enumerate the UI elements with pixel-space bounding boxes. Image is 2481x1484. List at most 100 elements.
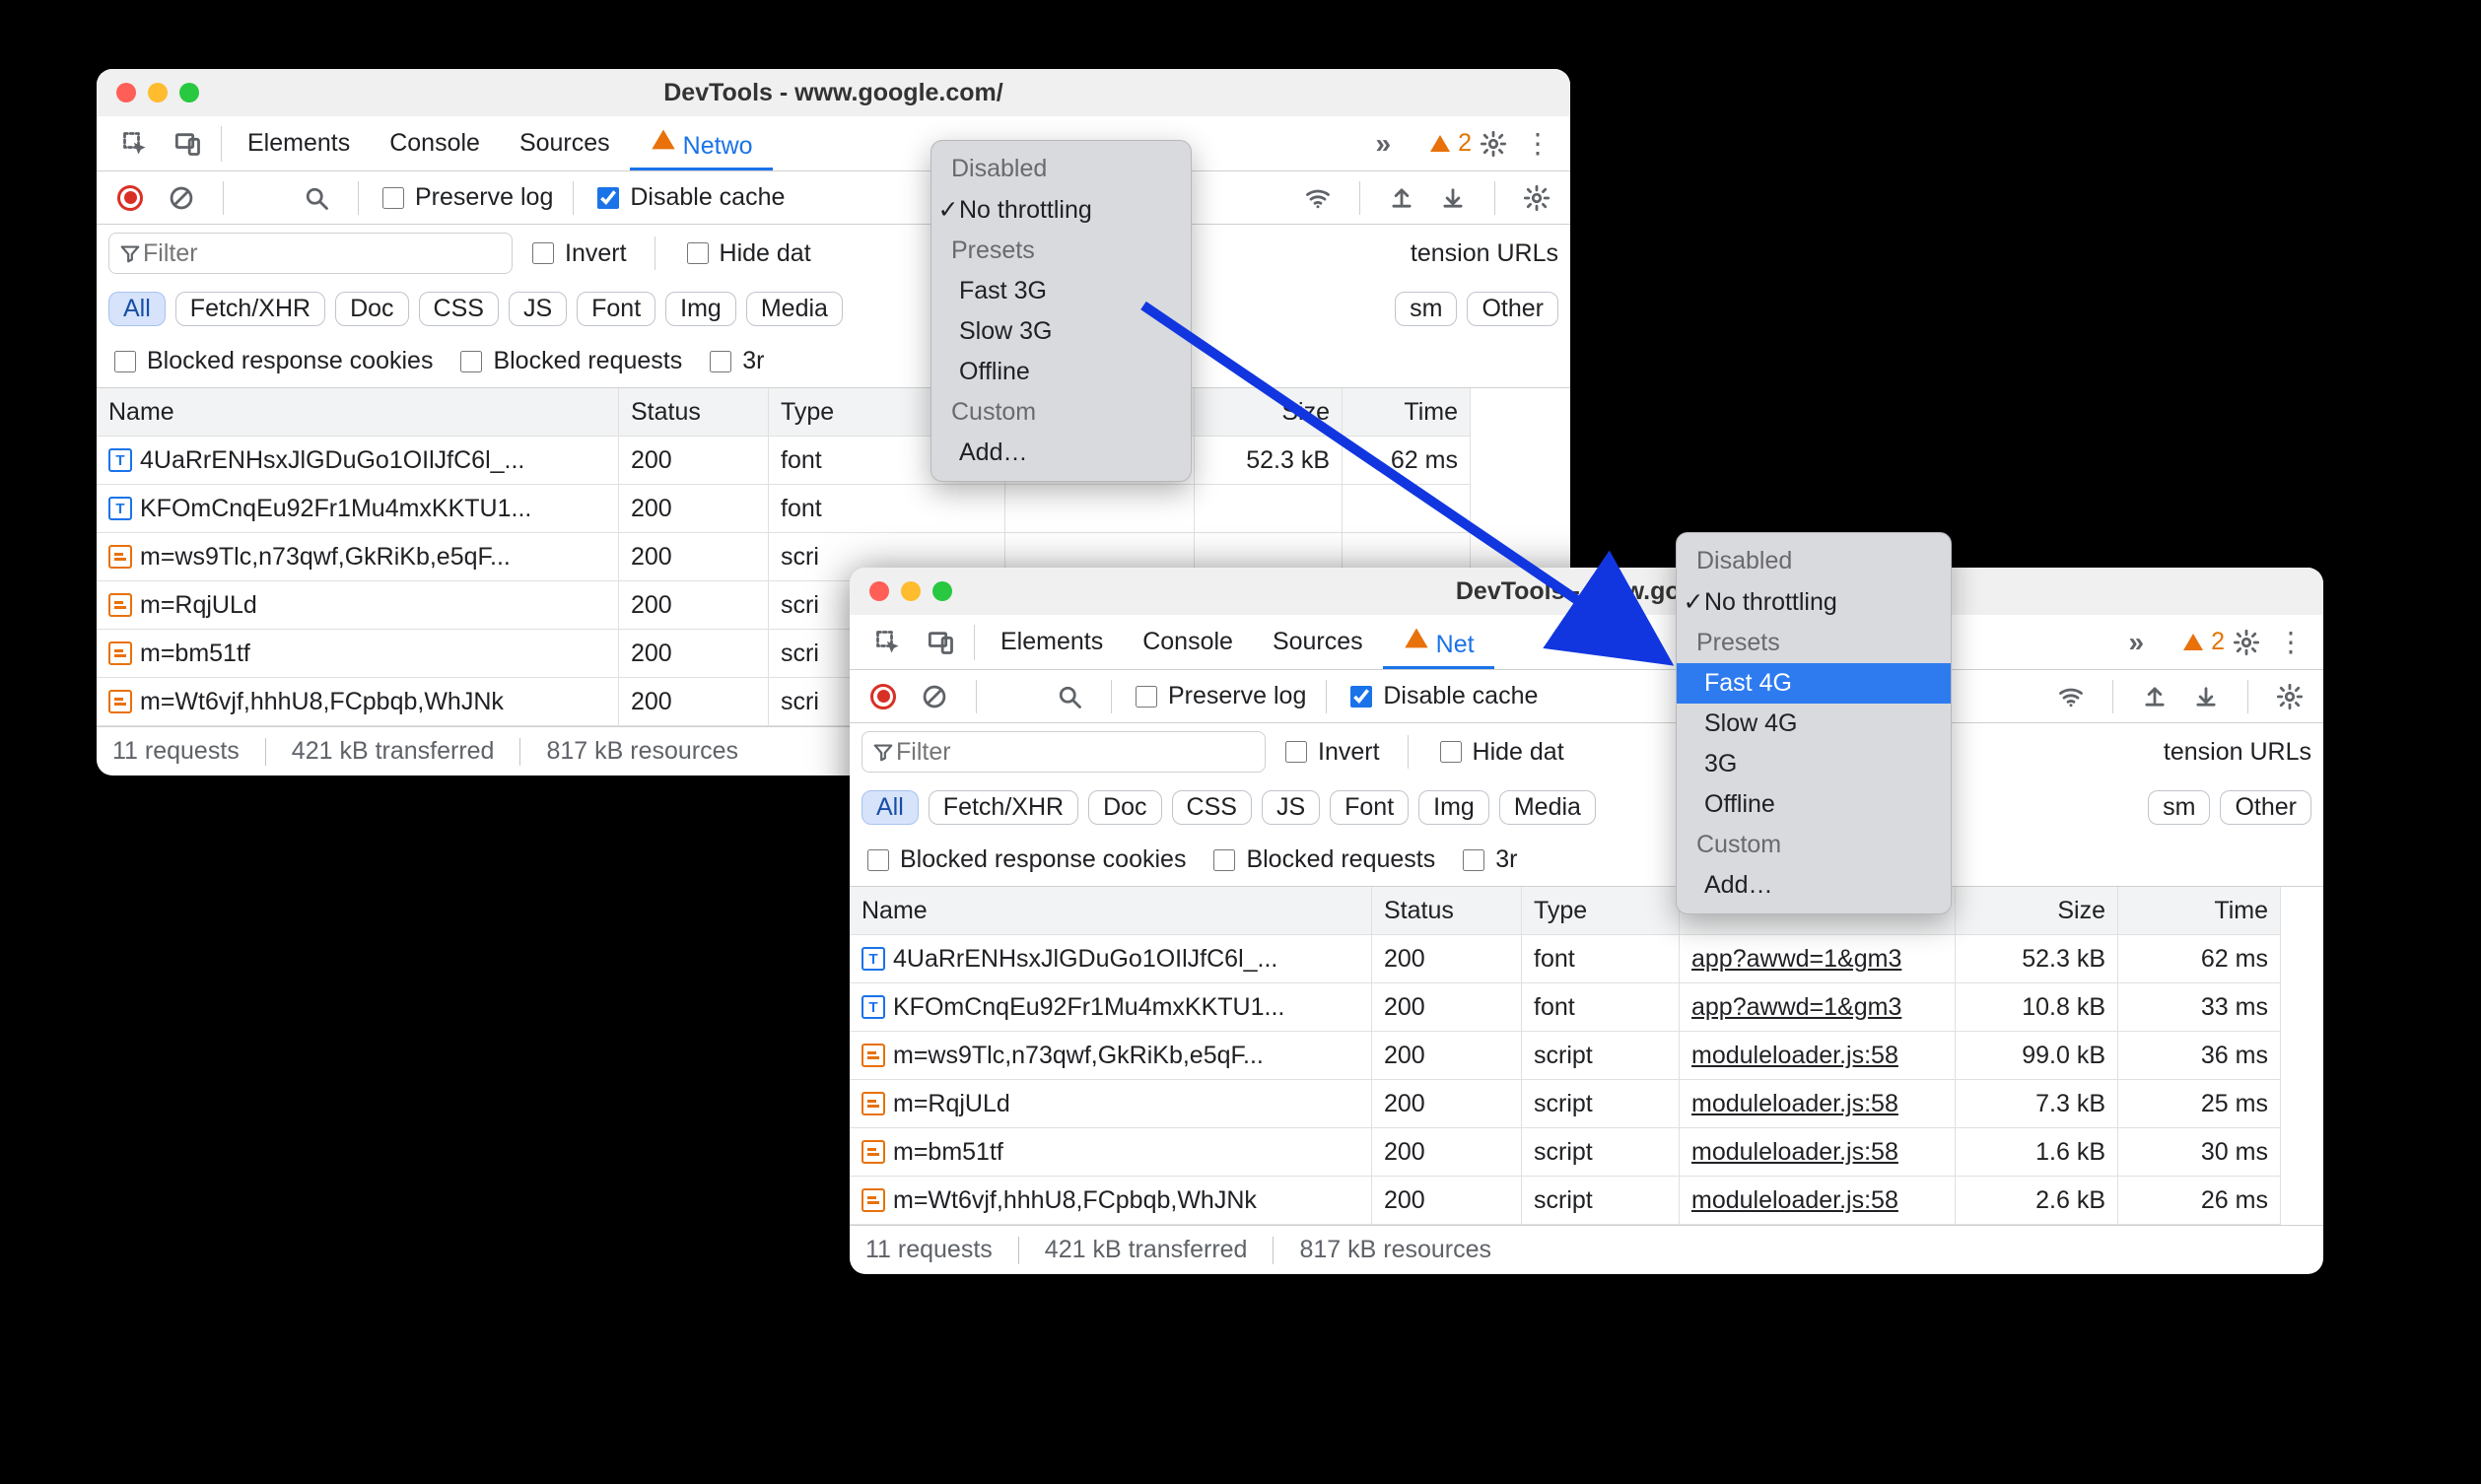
dropdown-add[interactable]: Add… bbox=[931, 433, 1191, 473]
tab-network[interactable]: Netwo bbox=[630, 116, 773, 170]
disable-cache-checkbox[interactable]: Disable cache bbox=[1346, 682, 1538, 710]
preserve-log-checkbox[interactable]: Preserve log bbox=[379, 183, 553, 212]
disable-cache-checkbox[interactable]: Disable cache bbox=[593, 183, 785, 212]
device-toggle-icon[interactable] bbox=[162, 130, 215, 158]
third-party-checkbox[interactable]: 3r bbox=[1459, 845, 1517, 874]
close-window-button[interactable] bbox=[116, 83, 136, 102]
cell-name[interactable]: m=RqjULd bbox=[97, 581, 619, 630]
issues-badge[interactable]: 2 bbox=[2181, 628, 2225, 656]
clear-button[interactable] bbox=[913, 675, 956, 718]
invert-checkbox[interactable]: Invert bbox=[528, 239, 627, 268]
network-settings-gear-icon[interactable] bbox=[2268, 675, 2311, 718]
download-icon[interactable] bbox=[2184, 675, 2228, 718]
dropdown-fast-3g[interactable]: Fast 3G bbox=[931, 271, 1191, 311]
settings-gear-icon[interactable] bbox=[1472, 122, 1515, 166]
dropdown-no-throttling[interactable]: ✓ No throttling bbox=[1677, 581, 1951, 623]
tab-sources[interactable]: Sources bbox=[500, 119, 630, 168]
zoom-window-button[interactable] bbox=[932, 581, 952, 601]
third-party-checkbox[interactable]: 3r bbox=[706, 347, 764, 375]
chip-css[interactable]: CSS bbox=[419, 292, 499, 326]
cell-name[interactable]: m=Wt6vjf,hhhU8,FCpbqb,WhJNk bbox=[97, 678, 619, 726]
more-tabs-icon[interactable]: » bbox=[2129, 627, 2145, 658]
cell-name[interactable]: m=ws9Tlc,n73qwf,GkRiKb,e5qF... bbox=[97, 533, 619, 581]
col-type[interactable]: Type bbox=[1522, 887, 1680, 935]
cell-name[interactable]: TKFOmCnqEu92Fr1Mu4mxKKTU1... bbox=[850, 983, 1372, 1032]
chip-sm-cut[interactable]: sm bbox=[1395, 292, 1457, 326]
chip-media[interactable]: Media bbox=[1499, 790, 1596, 825]
filter-input[interactable] bbox=[108, 233, 513, 274]
settings-gear-icon[interactable] bbox=[2225, 621, 2268, 664]
chip-img[interactable]: Img bbox=[665, 292, 736, 326]
cell-initiator[interactable]: moduleloader.js:58 bbox=[1680, 1177, 1956, 1225]
chip-doc[interactable]: Doc bbox=[335, 292, 408, 326]
cell-name[interactable]: m=Wt6vjf,hhhU8,FCpbqb,WhJNk bbox=[850, 1177, 1372, 1225]
preserve-log-checkbox[interactable]: Preserve log bbox=[1132, 682, 1306, 710]
close-window-button[interactable] bbox=[869, 581, 889, 601]
tab-elements[interactable]: Elements bbox=[228, 119, 370, 168]
chip-other[interactable]: Other bbox=[2220, 790, 2311, 825]
chip-other[interactable]: Other bbox=[1467, 292, 1558, 326]
chip-js[interactable]: JS bbox=[509, 292, 567, 326]
dropdown-slow-4g[interactable]: Slow 4G bbox=[1677, 704, 1951, 744]
zoom-window-button[interactable] bbox=[179, 83, 199, 102]
overflow-menu-icon[interactable]: ⋮ bbox=[1515, 122, 1558, 166]
filter-toggle-icon[interactable] bbox=[243, 176, 287, 220]
blocked-requests-checkbox[interactable]: Blocked requests bbox=[456, 347, 682, 375]
cell-name[interactable]: m=bm51tf bbox=[850, 1128, 1372, 1177]
cell-name[interactable]: m=bm51tf bbox=[97, 630, 619, 678]
cell-initiator[interactable]: moduleloader.js:58 bbox=[1680, 1128, 1956, 1177]
tab-elements[interactable]: Elements bbox=[981, 618, 1123, 666]
chip-fetch[interactable]: Fetch/XHR bbox=[175, 292, 325, 326]
tab-sources[interactable]: Sources bbox=[1253, 618, 1383, 666]
upload-icon[interactable] bbox=[1380, 176, 1423, 220]
device-toggle-icon[interactable] bbox=[915, 629, 968, 656]
cell-name[interactable]: TKFOmCnqEu92Fr1Mu4mxKKTU1... bbox=[97, 485, 619, 533]
dropdown-offline[interactable]: Offline bbox=[1677, 784, 1951, 825]
chip-doc[interactable]: Doc bbox=[1088, 790, 1161, 825]
inspect-icon[interactable] bbox=[861, 629, 915, 656]
blocked-cookies-checkbox[interactable]: Blocked response cookies bbox=[110, 347, 433, 375]
tab-console[interactable]: Console bbox=[1123, 618, 1253, 666]
dropdown-3g[interactable]: 3G bbox=[1677, 744, 1951, 784]
hide-data-urls-checkbox[interactable]: Hide dat bbox=[1436, 738, 1564, 767]
dropdown-offline[interactable]: Offline bbox=[931, 352, 1191, 392]
dropdown-fast-4g[interactable]: Fast 4G bbox=[1677, 663, 1951, 704]
hide-data-urls-checkbox[interactable]: Hide dat bbox=[683, 239, 811, 268]
chip-font[interactable]: Font bbox=[1330, 790, 1409, 825]
chip-fetch[interactable]: Fetch/XHR bbox=[929, 790, 1078, 825]
upload-icon[interactable] bbox=[2133, 675, 2176, 718]
inspect-icon[interactable] bbox=[108, 130, 162, 158]
cell-initiator[interactable]: app?awwd=1&gm3 bbox=[1680, 935, 1956, 983]
wifi-icon[interactable] bbox=[2049, 675, 2093, 718]
chip-css[interactable]: CSS bbox=[1172, 790, 1252, 825]
issues-badge[interactable]: 2 bbox=[1428, 129, 1472, 158]
record-button[interactable] bbox=[108, 176, 152, 220]
cell-name[interactable]: m=ws9Tlc,n73qwf,GkRiKb,e5qF... bbox=[850, 1032, 1372, 1080]
network-settings-gear-icon[interactable] bbox=[1515, 176, 1558, 220]
chip-sm-cut[interactable]: sm bbox=[2148, 790, 2210, 825]
minimize-window-button[interactable] bbox=[901, 581, 921, 601]
cell-name[interactable]: T4UaRrENHsxJlGDuGo1OIlJfC6l_... bbox=[97, 437, 619, 485]
download-icon[interactable] bbox=[1431, 176, 1475, 220]
col-time[interactable]: Time bbox=[1343, 388, 1471, 437]
chip-js[interactable]: JS bbox=[1262, 790, 1320, 825]
col-size[interactable]: Size bbox=[1195, 388, 1343, 437]
chip-all[interactable]: All bbox=[108, 292, 166, 326]
wifi-icon[interactable] bbox=[1296, 176, 1340, 220]
cell-name[interactable]: m=RqjULd bbox=[850, 1080, 1372, 1128]
record-button[interactable] bbox=[861, 675, 905, 718]
dropdown-add[interactable]: Add… bbox=[1677, 865, 1951, 906]
minimize-window-button[interactable] bbox=[148, 83, 168, 102]
invert-checkbox[interactable]: Invert bbox=[1281, 738, 1380, 767]
col-status[interactable]: Status bbox=[619, 388, 769, 437]
overflow-menu-icon[interactable]: ⋮ bbox=[2268, 621, 2311, 664]
filter-text-field[interactable] bbox=[141, 238, 502, 269]
dropdown-slow-3g[interactable]: Slow 3G bbox=[931, 311, 1191, 352]
col-name[interactable]: Name bbox=[850, 887, 1372, 935]
search-icon[interactable] bbox=[295, 176, 338, 220]
clear-button[interactable] bbox=[160, 176, 203, 220]
cell-initiator[interactable]: moduleloader.js:58 bbox=[1680, 1032, 1956, 1080]
cell-initiator[interactable]: app?awwd=1&gm3 bbox=[1680, 983, 1956, 1032]
cell-name[interactable]: T4UaRrENHsxJlGDuGo1OIlJfC6l_... bbox=[850, 935, 1372, 983]
chip-media[interactable]: Media bbox=[746, 292, 843, 326]
